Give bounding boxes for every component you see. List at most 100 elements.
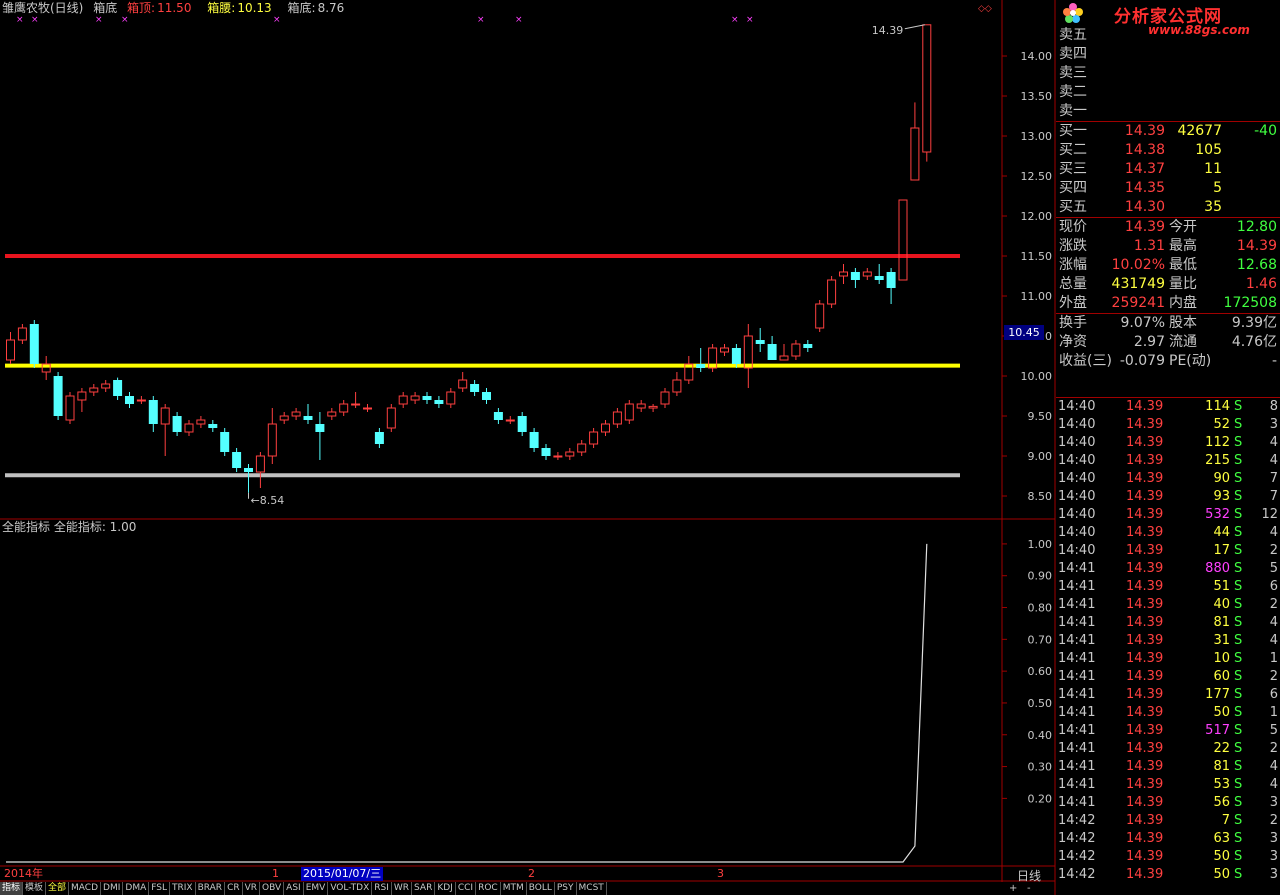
- candle: [553, 452, 563, 460]
- order-buy-row: 买四 14.35 5: [1056, 179, 1280, 198]
- tick-count: 3: [1269, 849, 1278, 864]
- candle: [363, 404, 372, 412]
- tick-row: 14:40 14.39 44 S 4: [1056, 524, 1280, 542]
- candle: [89, 384, 99, 396]
- tab-macd[interactable]: MACD: [69, 882, 102, 895]
- box-bottom-label: 箱底: 8.76: [288, 1, 351, 15]
- tick-volume: 10: [1213, 651, 1230, 666]
- tick-row: 14:42 14.39 50 S 3: [1056, 848, 1280, 866]
- candlestick-series[interactable]: [6, 24, 932, 493]
- tab-kdj[interactable]: KDJ: [435, 882, 456, 895]
- tick-row: 14:42 14.39 63 S 3: [1056, 830, 1280, 848]
- tick-price: 14.39: [1126, 849, 1164, 864]
- tick-price: 14.39: [1126, 615, 1164, 630]
- box-top-key: 箱顶:: [127, 1, 156, 15]
- tab-obv[interactable]: OBV: [260, 882, 285, 895]
- tab-mtm[interactable]: MTM: [501, 882, 527, 895]
- candle-body: [339, 403, 349, 413]
- date-label-year: 2014年: [4, 867, 43, 880]
- tick-volume: 60: [1213, 669, 1230, 684]
- box-top-label: 箱顶: 11.50: [127, 1, 197, 15]
- tick-row: 14:40 14.39 114 S 8: [1056, 398, 1280, 416]
- candle-body: [839, 271, 848, 277]
- finance-label: 净资: [1059, 334, 1087, 350]
- tick-side: S: [1234, 435, 1243, 450]
- tab-psy[interactable]: PSY: [555, 882, 577, 895]
- candle: [815, 300, 825, 332]
- candle: [720, 344, 729, 356]
- tab-rsi[interactable]: RSI: [372, 882, 392, 895]
- tick-price: 14.39: [1126, 669, 1164, 684]
- order-buy-row: 买三 14.37 11: [1056, 160, 1280, 179]
- candle-body: [553, 455, 563, 458]
- candle-body: [791, 343, 801, 357]
- candle-body: [410, 395, 420, 401]
- tick-row: 14:40 14.39 112 S 4: [1056, 434, 1280, 452]
- tab-wr[interactable]: WR: [392, 882, 413, 895]
- candle: [220, 428, 230, 456]
- tick-side: S: [1234, 795, 1243, 810]
- tick-time: 14:42: [1058, 849, 1096, 864]
- site-logo: 分析家公式网 www.88gs.com: [1056, 0, 1280, 37]
- tab-指标[interactable]: 指标: [0, 882, 24, 895]
- signal-marker: ×: [273, 15, 281, 25]
- tick-volume: 215: [1205, 453, 1230, 468]
- candle: [470, 380, 480, 396]
- tab-brar[interactable]: BRAR: [196, 882, 226, 895]
- price-tick-label: 11.00: [1021, 290, 1053, 303]
- tab-全部[interactable]: 全部: [46, 882, 70, 895]
- candle: [422, 392, 432, 404]
- candle-body: [922, 24, 932, 153]
- tick-volume: 52: [1213, 417, 1230, 432]
- order-sell-row: 卖二: [1056, 83, 1280, 102]
- candle-body: [886, 272, 896, 288]
- quote-value: 1.31: [1133, 238, 1165, 254]
- tab-fsl[interactable]: FSL: [149, 882, 170, 895]
- tab-模板[interactable]: 模板: [23, 882, 47, 895]
- tab-cr[interactable]: CR: [225, 882, 243, 895]
- buy-level-volume: 35: [1204, 199, 1222, 215]
- tab-asi[interactable]: ASI: [284, 882, 304, 895]
- candle-body: [458, 379, 468, 389]
- candle-body: [755, 340, 765, 344]
- tab-sar[interactable]: SAR: [412, 882, 436, 895]
- tick-row: 14:40 14.39 93 S 7: [1056, 488, 1280, 506]
- indicator-tick-label: 0.70: [1028, 633, 1053, 646]
- tick-row: 14:40 14.39 17 S 2: [1056, 542, 1280, 560]
- tab-boll[interactable]: BOLL: [527, 882, 555, 895]
- tick-volume: 40: [1213, 597, 1230, 612]
- tick-side: S: [1234, 561, 1243, 576]
- tab-dmi[interactable]: DMI: [101, 882, 124, 895]
- tab-cci[interactable]: CCI: [456, 882, 477, 895]
- tick-time: 14:41: [1058, 669, 1096, 684]
- tick-price: 14.39: [1126, 561, 1164, 576]
- date-cursor-label: 2015/01/07/三: [301, 867, 384, 881]
- chart-canvas[interactable]: × × × × × × × × × 14.39←8.54◇◇ 14.0013.5013.0012…: [0, 0, 1056, 895]
- tick-time: 14:40: [1058, 507, 1096, 522]
- finance-label: 换手: [1059, 315, 1087, 331]
- tick-row: 14:41 14.39 51 S 6: [1056, 578, 1280, 596]
- tab-vol-tdx[interactable]: VOL-TDX: [328, 882, 373, 895]
- tab-vr[interactable]: VR: [243, 882, 261, 895]
- quote-label: 总量: [1059, 276, 1087, 292]
- tick-price: 14.39: [1126, 705, 1164, 720]
- tick-side: S: [1234, 705, 1243, 720]
- candle: [327, 408, 337, 420]
- indicator-tick-label: 1.00: [1028, 538, 1053, 551]
- box-mid-value: 10.13: [237, 1, 272, 15]
- tab-emv[interactable]: EMV: [304, 882, 329, 895]
- tick-list[interactable]: 14:40 14.39 114 S 8 14:40 14.39 52 S 3 14:40 14.39 1…: [1056, 397, 1280, 884]
- box-mid-label: 箱腰: 10.13: [207, 1, 277, 15]
- tick-count: 8: [1269, 399, 1278, 414]
- signal-markers: × × × × × × × × ×: [16, 15, 754, 25]
- tick-time: 14:40: [1058, 453, 1096, 468]
- tab-mcst[interactable]: MCST: [577, 882, 607, 895]
- tab-dma[interactable]: DMA: [123, 882, 150, 895]
- tab-trix[interactable]: TRIX: [170, 882, 196, 895]
- indicator-tick-label: 0.80: [1028, 602, 1053, 615]
- stock-name[interactable]: 雏鹰农牧(日线): [2, 1, 83, 15]
- tab-roc[interactable]: ROC: [476, 882, 501, 895]
- candle-body: [196, 419, 206, 425]
- tick-volume: 7: [1221, 813, 1230, 828]
- tick-volume: 51: [1213, 579, 1230, 594]
